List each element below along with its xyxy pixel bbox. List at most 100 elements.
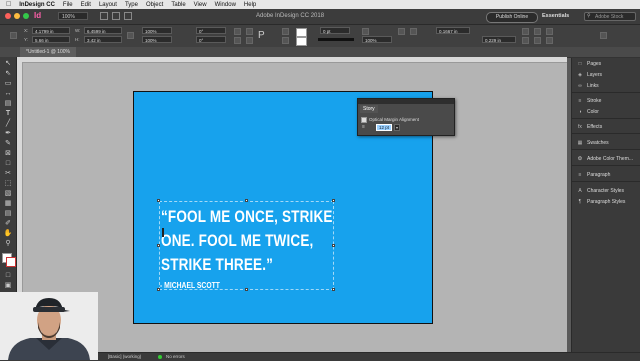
flip-vertical-icon[interactable] [246,37,253,44]
workspace-switcher[interactable]: Essentials [542,13,569,19]
rotation-field[interactable]: 0° [196,27,226,34]
pen-tool-icon[interactable]: ✒ [3,129,13,138]
menu-help[interactable]: Help [244,2,256,8]
menu-type[interactable]: Type [125,2,138,8]
panel-layers[interactable]: ◈ Layers [577,72,602,78]
panel-menu-icon[interactable] [600,32,607,39]
panel-swatches[interactable]: ▦ Swatches [577,140,609,146]
maximize-window-icon[interactable] [23,13,29,19]
rotate-90-ccw-icon[interactable] [234,37,241,44]
drop-shadow-icon[interactable] [398,28,405,35]
page-tool-icon[interactable]: ▭ [3,79,13,88]
quote-author[interactable]: - MICHAEL SCOTT [160,281,220,290]
optical-margin-checkbox[interactable] [361,117,367,123]
menu-file[interactable]: File [63,2,73,8]
rectangle-tool-icon[interactable]: □ [3,159,13,168]
shear-field[interactable]: 0° [196,36,226,43]
align-left-icon[interactable] [522,28,529,35]
gap-tool-icon[interactable]: ↔ [3,89,13,98]
menu-app-name[interactable]: InDesign CC [19,2,55,8]
width-field[interactable]: 6.4599 in [84,27,122,34]
stroke-swatch-icon[interactable] [296,37,307,46]
reference-point-icon[interactable] [10,32,17,39]
frame-handle[interactable] [245,199,248,202]
view-options-icon[interactable] [100,12,108,20]
zoom-level-select[interactable]: 100% [58,12,88,20]
gradient-feather-tool-icon[interactable]: ▦ [3,199,13,208]
story-panel-tab[interactable]: Story [360,105,378,113]
free-transform-tool-icon[interactable]: ⬚ [3,179,13,188]
select-container-icon[interactable] [282,28,289,35]
horizontal-ruler[interactable] [17,57,567,63]
formatting-container-icon[interactable]: □ [3,271,13,280]
zoom-tool-icon[interactable]: ⚲ [3,239,13,248]
panel-color[interactable]: ◑ Color [577,109,598,115]
screen-mode-icon[interactable] [112,12,120,20]
align-right-icon[interactable] [546,28,553,35]
menu-window[interactable]: Window [215,2,236,8]
document-tab[interactable]: *Untitled-1 @ 100% [20,47,76,57]
story-panel-header[interactable] [358,99,454,104]
close-window-icon[interactable] [5,13,11,19]
fill-swatch-icon[interactable] [296,28,307,37]
arrange-documents-icon[interactable] [124,12,132,20]
stroke-weight-field[interactable]: 0 pt [320,27,350,34]
publish-online-button[interactable]: Publish Online [486,12,538,23]
direct-selection-tool-icon[interactable]: ⇖ [3,69,13,78]
preflight-errors[interactable]: No errors [166,354,185,359]
minimize-window-icon[interactable] [14,13,20,19]
frame-handle[interactable] [332,244,335,247]
x-position-field[interactable]: 4.1799 in [32,27,70,34]
frame-handle[interactable] [157,199,160,202]
rotate-90-cw-icon[interactable] [234,28,241,35]
opacity-field[interactable]: 100% [362,36,392,43]
line-tool-icon[interactable]: ╱ [3,119,13,128]
constrain-proportions-icon[interactable] [127,32,134,39]
content-collector-icon[interactable]: ▤ [3,99,13,108]
eyedropper-tool-icon[interactable]: ✐ [3,219,13,228]
menu-table[interactable]: Table [171,2,185,8]
selection-tool-icon[interactable]: ↖ [3,59,13,68]
panel-effects[interactable]: fx Effects [577,124,602,130]
panel-adobe-color-themes[interactable]: ❂ Adobe Color Them... [577,156,633,162]
panel-paragraph-styles[interactable]: ¶ Paragraph Styles [577,199,626,205]
align-center-icon[interactable] [534,28,541,35]
hand-tool-icon[interactable]: ✋ [3,229,13,238]
menu-edit[interactable]: Edit [81,2,91,8]
distribute-left-icon[interactable] [522,37,529,44]
panel-links[interactable]: ∞ Links [577,83,598,89]
select-content-icon[interactable] [282,37,289,44]
menu-view[interactable]: View [194,2,207,8]
inset-top-field[interactable]: 0.1667 in [436,27,470,34]
menu-object[interactable]: Object [146,2,163,8]
optical-margin-row[interactable]: Optical Margin Alignment [361,117,419,123]
panel-pages[interactable]: □ Pages [577,61,601,67]
menu-layout[interactable]: Layout [99,2,117,8]
scissors-tool-icon[interactable]: ✂ [3,169,13,178]
preflight-profile[interactable]: [Basic] (working) [108,354,141,359]
scale-y-field[interactable]: 100% [142,36,172,43]
y-position-field[interactable]: 5.66 in [32,36,70,43]
scale-x-field[interactable]: 100% [142,27,172,34]
optical-margin-size-field[interactable]: 12 pt [376,124,392,131]
text-wrap-icon[interactable] [410,28,417,35]
pencil-tool-icon[interactable]: ✎ [3,139,13,148]
note-tool-icon[interactable]: ▤ [3,209,13,218]
height-field[interactable]: 3.42 in [84,36,122,43]
rectangle-frame-tool-icon[interactable]: ⊠ [3,149,13,158]
type-tool-icon[interactable]: T [3,109,13,118]
panel-paragraph[interactable]: ≡ Paragraph [577,172,611,178]
effects-icon[interactable] [362,28,369,35]
frame-handle[interactable] [245,288,248,291]
quote-text[interactable]: “FOOL ME ONCE, STRIKE ONE. FOOL ME TWICE… [161,205,332,277]
panel-stroke[interactable]: ≡ Stroke [577,98,602,104]
distribute-center-icon[interactable] [534,37,541,44]
screen-mode-tool-icon[interactable]: ▣ [3,281,13,290]
inset-bottom-field[interactable]: 0.229 in [482,36,516,43]
distribute-right-icon[interactable] [546,37,553,44]
size-dropdown-icon[interactable]: ▾ [394,124,400,131]
adobe-stock-search-input[interactable]: Adobe Stock [584,12,636,21]
gradient-tool-icon[interactable]: ▧ [3,189,13,198]
apple-icon[interactable]:  [6,1,11,8]
frame-handle[interactable] [332,199,335,202]
